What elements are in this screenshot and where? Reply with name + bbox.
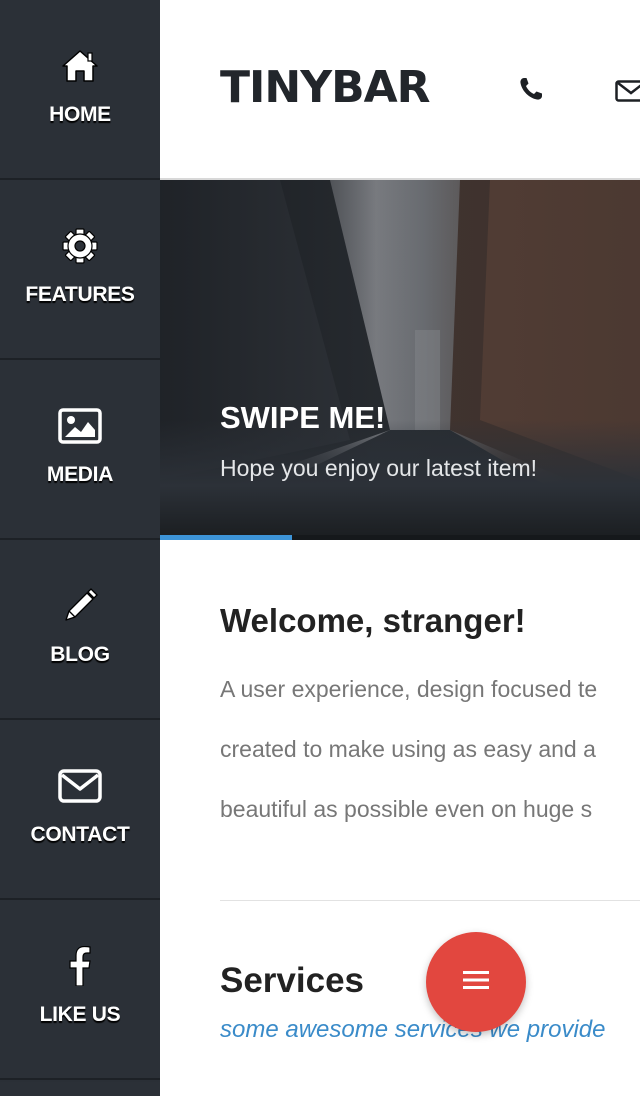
menu-fab-button[interactable] [426, 932, 526, 1032]
welcome-text-line: beautiful as possible even on huge s [220, 796, 593, 822]
envelope-icon[interactable] [615, 80, 640, 107]
logo[interactable]: TINYBAR [220, 62, 431, 113]
sidebar-item-home[interactable]: HOME [0, 0, 160, 180]
home-icon [0, 46, 160, 86]
sidebar-item-media[interactable]: MEDIA [0, 360, 160, 540]
sidebar-item-like-us[interactable]: LIKE US [0, 900, 160, 1080]
slide-subtitle: Hope you enjoy our latest item! [220, 455, 538, 481]
sidebar-item-contact[interactable]: CONTACT [0, 720, 160, 900]
gear-icon [0, 226, 160, 266]
services-heading: Services [220, 961, 365, 1000]
welcome-text-line: created to make using as easy and a [220, 736, 596, 762]
header: TINYBAR [160, 0, 640, 180]
section-divider [220, 900, 640, 901]
image-icon [0, 406, 160, 446]
sidebar-item-label: MEDIA [46, 463, 114, 486]
slide-title: SWIPE ME! [220, 400, 386, 435]
sidebar-item-blog[interactable]: BLOG [0, 540, 160, 720]
welcome-heading: Welcome, stranger! [220, 602, 526, 639]
sidebar-item-label: HOME [49, 103, 111, 126]
sidebar-item-features[interactable]: FEATURES [0, 180, 160, 360]
services-subheading: some awesome services we provide [220, 1016, 606, 1043]
sidebar-item-label: LIKE US [39, 1003, 121, 1026]
envelope-icon [0, 766, 160, 806]
sidebar-item-label: CONTACT [30, 823, 130, 846]
pencil-icon [0, 586, 160, 626]
phone-icon[interactable] [518, 76, 544, 107]
sidebar-item-label: BLOG [50, 643, 110, 666]
slider-progress-fill [160, 535, 292, 540]
sidebar-item-label: FEATURES [25, 283, 135, 306]
facebook-icon [0, 946, 160, 986]
menu-icon [463, 970, 489, 995]
hero-slider[interactable]: SWIPE ME! Hope you enjoy our latest item… [160, 180, 640, 540]
sidebar: HOME FEATURES MEDIA BLOG CONTACT LIKE US [0, 0, 160, 1096]
slider-progress-track [160, 535, 640, 540]
welcome-text-line: A user experience, design focused te [220, 676, 598, 702]
sidebar-item-partial[interactable] [0, 1082, 160, 1096]
